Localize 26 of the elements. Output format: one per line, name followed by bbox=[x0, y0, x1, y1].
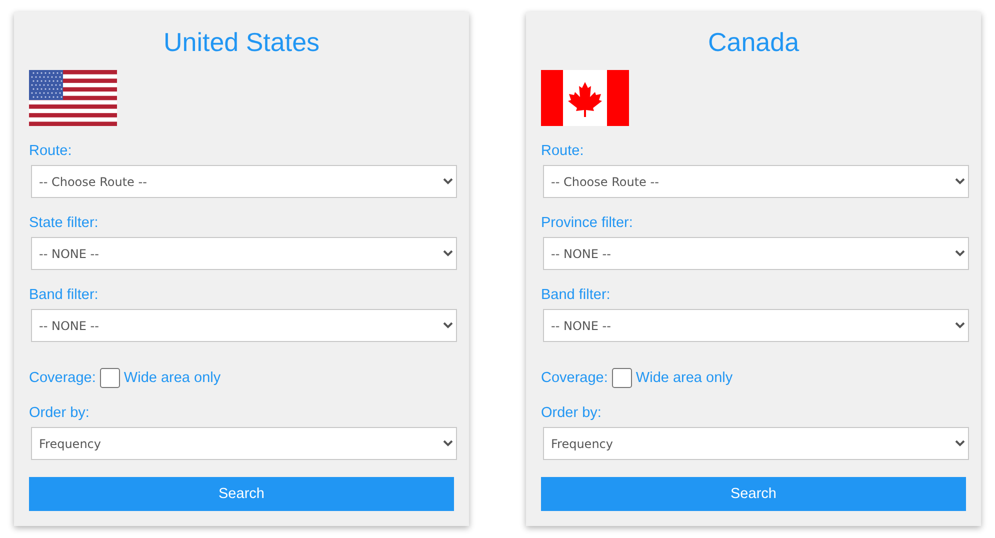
dropdown[interactable]: -- NONE -- bbox=[31, 237, 457, 270]
striped-flag-icon bbox=[29, 70, 117, 126]
checkbox-label: Wide area only bbox=[124, 369, 221, 387]
field-label: State filter: bbox=[29, 214, 100, 232]
field-label: Band filter: bbox=[29, 286, 100, 304]
field-label: Route: bbox=[541, 142, 585, 160]
dropdown[interactable]: -- NONE -- bbox=[31, 309, 457, 342]
checkbox[interactable] bbox=[100, 368, 120, 388]
country-title: Canada bbox=[706, 26, 800, 58]
coverage-label: Coverage: bbox=[29, 369, 96, 387]
dropdown[interactable]: -- Choose Route -- bbox=[543, 165, 969, 198]
checkbox[interactable] bbox=[612, 368, 632, 388]
checkbox-label: Wide area only bbox=[636, 369, 733, 387]
maple-leaf-flag-icon bbox=[541, 70, 629, 126]
field-label: Band filter: bbox=[541, 286, 612, 304]
coverage-label: Coverage: bbox=[541, 369, 608, 387]
dropdown[interactable]: Frequency bbox=[543, 427, 969, 460]
dropdown[interactable]: Frequency bbox=[31, 427, 457, 460]
dropdown[interactable]: -- NONE -- bbox=[543, 237, 969, 270]
field-label: Order by: bbox=[541, 404, 602, 422]
field-label: Province filter: bbox=[541, 214, 634, 232]
field-label: Route: bbox=[29, 142, 73, 160]
dropdown[interactable]: -- NONE -- bbox=[543, 309, 969, 342]
dropdown[interactable]: -- Choose Route -- bbox=[31, 165, 457, 198]
field-label: Order by: bbox=[29, 404, 90, 422]
country-title: United States bbox=[162, 26, 321, 58]
